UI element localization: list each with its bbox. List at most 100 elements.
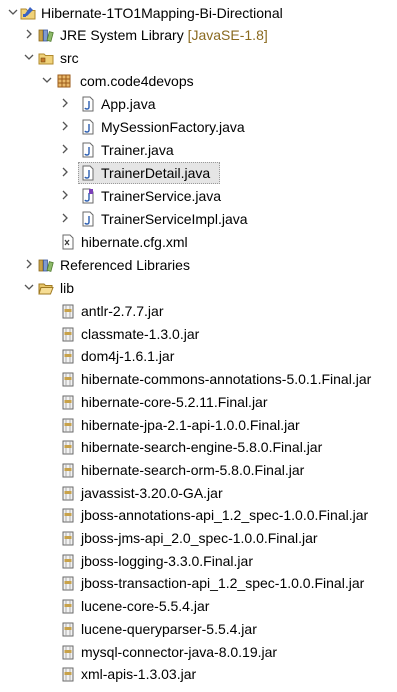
chevron-right-icon[interactable] — [24, 259, 34, 269]
jar-file-icon — [62, 440, 74, 455]
jar-file-icon — [62, 486, 74, 501]
jar-file-icon — [62, 622, 74, 637]
tree-item-lib[interactable]: lib — [0, 277, 397, 299]
tree-item-jar[interactable]: jboss-transaction-api_1.2_spec-1.0.0.Fin… — [0, 572, 397, 594]
referenced-libraries-name: Referenced Libraries — [60, 257, 190, 273]
java-file-icon — [82, 142, 94, 158]
chevron-down-icon[interactable] — [24, 52, 34, 62]
lib-folder-name: lib — [60, 280, 75, 296]
chevron-right-icon[interactable] — [60, 190, 70, 200]
chevron-right-icon[interactable] — [60, 98, 70, 108]
tree-item-jre-library[interactable]: JRE System Library [JavaSE-1.8] — [0, 24, 397, 46]
tree-item-jar[interactable]: hibernate-search-orm-5.8.0.Final.jar — [0, 459, 397, 481]
jar-file-icon — [62, 418, 74, 432]
tree-item-file[interactable]: MySessionFactory.java — [0, 116, 397, 138]
java-file-icon — [82, 96, 94, 112]
java-file-icon — [82, 211, 94, 227]
tree-item-file-selected[interactable]: TrainerDetail.java — [0, 162, 397, 184]
java-file-icon — [82, 165, 94, 181]
jar-name: hibernate-search-engine-5.8.0.Final.jar — [81, 439, 323, 456]
file-name: Trainer.java — [101, 142, 174, 158]
chevron-right-icon[interactable] — [60, 144, 70, 154]
jar-name: lucene-core-5.5.4.jar — [81, 598, 210, 615]
tree-item-project[interactable]: Hibernate-1TO1Mapping-Bi-Directional — [0, 2, 397, 24]
library-icon — [38, 259, 54, 272]
tree-item-jar[interactable]: hibernate-search-engine-5.8.0.Final.jar — [0, 436, 397, 458]
tree-item-jar[interactable]: dom4j-1.6.1.jar — [0, 345, 397, 367]
jar-file-icon — [62, 599, 74, 614]
source-folder-icon — [38, 53, 54, 65]
java-file-icon — [82, 119, 94, 135]
package-name: com.code4devops — [80, 73, 194, 89]
jre-version-decoration: [JavaSE-1.8] — [187, 27, 268, 43]
src-folder-name: src — [60, 50, 79, 66]
chevron-down-icon[interactable] — [8, 7, 18, 17]
tree-item-referenced-libraries[interactable]: Referenced Libraries — [0, 254, 397, 276]
chevron-right-icon[interactable] — [24, 29, 34, 39]
tree-item-file[interactable]: TrainerServiceImpl.java — [0, 208, 397, 230]
tree-item-jar[interactable]: xml-apis-1.3.03.jar — [0, 663, 397, 685]
jar-name: hibernate-search-orm-5.8.0.Final.jar — [81, 461, 305, 478]
tree-item-jar[interactable]: classmate-1.3.0.jar — [0, 323, 397, 345]
tree-item-jar[interactable]: jboss-logging-3.3.0.Final.jar — [0, 550, 397, 572]
tree-item-file[interactable]: TrainerService.java — [0, 185, 397, 207]
chevron-right-icon[interactable] — [60, 121, 70, 131]
jar-name: antlr-2.7.7.jar — [81, 303, 164, 319]
chevron-down-icon[interactable] — [24, 282, 34, 292]
tree-item-jar[interactable]: mysql-connector-java-8.0.19.jar — [0, 641, 397, 663]
tree-item-file[interactable]: App.java — [0, 93, 397, 115]
package-icon — [57, 74, 71, 88]
jar-file-icon — [62, 508, 74, 523]
project-folder-icon — [20, 7, 36, 20]
jar-file-icon — [62, 667, 74, 682]
file-name: TrainerService.java — [101, 188, 222, 204]
jar-name: xml-apis-1.3.03.jar — [81, 666, 197, 683]
jar-file-icon — [62, 463, 74, 478]
project-name: Hibernate-1TO1Mapping-Bi-Directional — [41, 5, 283, 21]
jar-file-icon — [62, 327, 74, 342]
file-name: TrainerServiceImpl.java — [101, 211, 248, 227]
tree-item-src[interactable]: src — [0, 47, 397, 69]
jar-name: jboss-logging-3.3.0.Final.jar — [81, 552, 253, 569]
file-name: App.java — [101, 96, 156, 112]
tree-item-jar[interactable]: jboss-jms-api_2.0_spec-1.0.0.Final.jar — [0, 527, 397, 549]
jar-name: hibernate-jpa-2.1-api-1.0.0.Final.jar — [81, 416, 300, 433]
jar-name: dom4j-1.6.1.jar — [81, 348, 175, 365]
tree-item-jar[interactable]: lucene-queryparser-5.5.4.jar — [0, 618, 397, 640]
folder-open-icon — [38, 283, 54, 295]
jar-name: lucene-queryparser-5.5.4.jar — [81, 620, 257, 637]
tree-item-file[interactable]: Trainer.java — [0, 139, 397, 161]
tree-item-config-file[interactable]: hibernate.cfg.xml — [0, 231, 397, 253]
jre-library-name: JRE System Library — [60, 27, 184, 43]
jar-name: hibernate-commons-annotations-5.0.1.Fina… — [81, 371, 372, 388]
jar-name: hibernate-core-5.2.11.Final.jar — [81, 393, 268, 410]
config-file-name: hibernate.cfg.xml — [81, 234, 188, 250]
java-interface-file-icon — [82, 188, 94, 204]
jar-file-icon — [62, 554, 74, 569]
tree-item-jar[interactable]: antlr-2.7.7.jar — [0, 300, 397, 322]
library-icon — [38, 29, 54, 42]
tree-item-jar[interactable]: hibernate-jpa-2.1-api-1.0.0.Final.jar — [0, 414, 397, 436]
tree-item-jar[interactable]: javassist-3.20.0-GA.jar — [0, 482, 397, 504]
chevron-right-icon[interactable] — [60, 213, 70, 223]
chevron-down-icon[interactable] — [42, 75, 52, 85]
tree-item-jar[interactable]: hibernate-commons-annotations-5.0.1.Fina… — [0, 368, 397, 390]
tree-item-package[interactable]: com.code4devops — [0, 70, 397, 92]
jar-name: jboss-annotations-api_1.2_spec-1.0.0.Fin… — [81, 507, 369, 524]
jar-file-icon — [62, 395, 74, 410]
jar-name: mysql-connector-java-8.0.19.jar — [81, 643, 278, 660]
jar-name: classmate-1.3.0.jar — [81, 325, 200, 342]
file-name: MySessionFactory.java — [101, 119, 245, 135]
tree-item-jar[interactable]: lucene-core-5.5.4.jar — [0, 595, 397, 617]
jar-name: jboss-transaction-api_1.2_spec-1.0.0.Fin… — [81, 575, 365, 592]
xml-file-icon — [62, 234, 74, 250]
tree-item-jar[interactable]: jboss-annotations-api_1.2_spec-1.0.0.Fin… — [0, 504, 397, 526]
jar-file-icon — [62, 349, 74, 364]
jar-name: javassist-3.20.0-GA.jar — [81, 484, 223, 501]
chevron-right-icon[interactable] — [60, 167, 70, 177]
jar-file-icon — [62, 304, 74, 319]
jar-file-icon — [62, 372, 74, 387]
jar-name: jboss-jms-api_2.0_spec-1.0.0.Final.jar — [81, 530, 318, 546]
tree-item-jar[interactable]: hibernate-core-5.2.11.Final.jar — [0, 391, 397, 413]
jar-file-icon — [62, 531, 74, 546]
